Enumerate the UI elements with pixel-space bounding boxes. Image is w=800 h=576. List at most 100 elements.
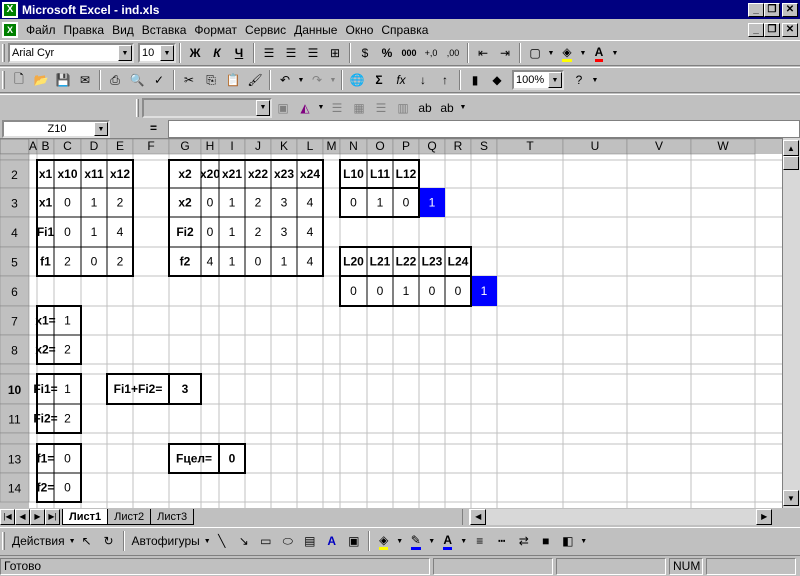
print-icon[interactable]: ⎙ <box>104 69 126 91</box>
wordart-icon[interactable]: A <box>321 530 343 552</box>
autoshapes-menu[interactable]: Автофигуры <box>128 534 204 548</box>
spelling-icon[interactable]: ✓ <box>148 69 170 91</box>
row-header[interactable] <box>0 432 30 445</box>
font-name-select[interactable]: Arial Cyr ▼ <box>8 43 134 63</box>
dash-style-icon[interactable]: ┅ <box>491 530 513 552</box>
sort-descending-icon[interactable]: ↑ <box>434 69 456 91</box>
data-table-icon[interactable]: ▦ <box>348 97 370 119</box>
paste-icon[interactable]: 📋 <box>222 69 244 91</box>
row-header[interactable] <box>0 363 30 375</box>
tab-sheet2[interactable]: Лист2 <box>108 509 152 525</box>
fill-color-icon[interactable]: ◈ <box>373 530 395 552</box>
menu-window[interactable]: Окно <box>341 23 377 37</box>
chart-type-icon[interactable]: ◭ <box>294 97 316 119</box>
legend-icon[interactable]: ☰ <box>326 97 348 119</box>
angle-text-down-icon[interactable]: ab <box>414 97 436 119</box>
vertical-scrollbar[interactable]: ▲ ▼ <box>782 138 800 508</box>
horizontal-scrollbar[interactable] <box>486 508 757 525</box>
sort-ascending-icon[interactable]: ↓ <box>412 69 434 91</box>
chevron-down-icon[interactable]: ▼ <box>296 69 306 91</box>
autosum-button[interactable]: Σ <box>368 69 390 91</box>
redo-icon[interactable]: ↷ <box>306 69 328 91</box>
menu-file[interactable]: Файл <box>22 23 60 37</box>
tab-sheet3[interactable]: Лист3 <box>151 509 195 525</box>
line-color-icon[interactable]: ✎ <box>405 530 427 552</box>
merge-center-icon[interactable]: ⊞ <box>324 42 346 64</box>
close-button[interactable]: ✕ <box>782 2 798 17</box>
increase-decimal-button[interactable]: +,0 <box>420 42 442 64</box>
line-style-icon[interactable]: ≡ <box>469 530 491 552</box>
undo-icon[interactable]: ↶ <box>274 69 296 91</box>
prev-sheet-icon[interactable]: ◀ <box>15 508 30 525</box>
restore-button[interactable]: ❐ <box>764 2 780 17</box>
borders-icon[interactable]: ▢ <box>524 42 546 64</box>
line-icon[interactable]: ╲ <box>211 530 233 552</box>
align-right-icon[interactable]: ☰ <box>302 42 324 64</box>
workbook-icon[interactable]: X <box>2 21 18 38</box>
arrow-icon[interactable]: ↘ <box>233 530 255 552</box>
font-color-icon[interactable]: A <box>588 42 610 64</box>
next-sheet-icon[interactable]: ▶ <box>30 508 45 525</box>
menu-data[interactable]: Данные <box>290 23 341 37</box>
email-icon[interactable]: ✉ <box>74 69 96 91</box>
menu-edit[interactable]: Правка <box>60 23 109 37</box>
format-chart-icon[interactable]: ▣ <box>272 97 294 119</box>
align-left-icon[interactable]: ☰ <box>258 42 280 64</box>
function-button[interactable]: fx <box>390 69 412 91</box>
currency-icon[interactable]: $ <box>354 42 376 64</box>
menu-format[interactable]: Формат <box>190 23 241 37</box>
chevron-down-icon[interactable]: ▼ <box>610 42 620 64</box>
tab-split-handle[interactable] <box>462 508 471 525</box>
print-preview-icon[interactable]: 🔍 <box>126 69 148 91</box>
underline-button[interactable]: Ч <box>228 42 250 64</box>
align-center-icon[interactable]: ☰ <box>280 42 302 64</box>
chevron-down-icon[interactable]: ▼ <box>118 45 132 61</box>
formula-equals[interactable]: = <box>150 121 157 135</box>
menu-tools[interactable]: Сервис <box>241 23 290 37</box>
menu-view[interactable]: Вид <box>108 23 138 37</box>
last-sheet-icon[interactable]: ▶| <box>45 508 60 525</box>
increase-indent-icon[interactable]: ⇥ <box>494 42 516 64</box>
3d-icon[interactable]: ◧ <box>557 530 579 552</box>
row-header[interactable] <box>0 153 30 161</box>
scroll-down-icon[interactable]: ▼ <box>783 490 799 506</box>
scroll-thumb[interactable] <box>783 156 799 170</box>
scroll-right-icon[interactable]: ▶ <box>756 508 773 525</box>
chevron-down-icon[interactable]: ▼ <box>548 72 562 88</box>
select-all-button[interactable] <box>0 139 30 155</box>
oval-icon[interactable]: ⬭ <box>277 530 299 552</box>
cut-icon[interactable]: ✂ <box>178 69 200 91</box>
percent-button[interactable]: % <box>376 42 398 64</box>
thousands-button[interactable]: 000 <box>398 42 420 64</box>
italic-button[interactable]: К <box>206 42 228 64</box>
chevron-down-icon[interactable]: ▼ <box>579 530 589 552</box>
chevron-down-icon[interactable]: ▼ <box>459 530 469 552</box>
scroll-up-icon[interactable]: ▲ <box>783 140 799 156</box>
new-document-icon[interactable]: 🗋 <box>8 69 30 91</box>
chevron-down-icon[interactable]: ▼ <box>578 42 588 64</box>
format-painter-icon[interactable]: 🖌 <box>244 69 266 91</box>
chart-objects-select[interactable]: ▼ <box>142 97 272 118</box>
worksheet-grid[interactable]: A B C D E F G H I J K L M N O P Q R S T U V W 2 3 4 5 6 7 8 10 11 13 14 x1… <box>0 138 782 508</box>
hyperlink-icon[interactable]: 🌐 <box>346 69 368 91</box>
decrease-decimal-button[interactable]: ,00 <box>442 42 464 64</box>
save-icon[interactable]: 💾 <box>52 69 74 91</box>
doc-restore-button[interactable]: ❐ <box>764 22 780 37</box>
textbox-icon[interactable]: ▤ <box>299 530 321 552</box>
doc-close-button[interactable]: ✕ <box>782 22 798 37</box>
formula-input[interactable] <box>168 120 800 138</box>
title-bar[interactable]: X Microsoft Excel - ind.xls _ ❐ ✕ <box>0 0 800 19</box>
chevron-down-icon[interactable]: ▼ <box>395 530 405 552</box>
name-box[interactable]: Z10 ▼ <box>2 120 110 138</box>
excel-icon[interactable]: X <box>2 1 18 18</box>
clipart-icon[interactable]: ▣ <box>343 530 365 552</box>
bold-button[interactable]: Ж <box>184 42 206 64</box>
fill-color-icon[interactable]: ◈ <box>556 42 578 64</box>
chart-wizard-icon[interactable]: ▮ <box>464 69 486 91</box>
chevron-down-icon[interactable]: ▼ <box>160 45 174 61</box>
tab-sheet1[interactable]: Лист1 <box>62 509 109 525</box>
font-color-icon[interactable]: A <box>437 530 459 552</box>
scroll-left-icon[interactable]: ◀ <box>470 508 487 525</box>
menu-help[interactable]: Справка <box>377 23 432 37</box>
drawing-icon[interactable]: ◆ <box>486 69 508 91</box>
